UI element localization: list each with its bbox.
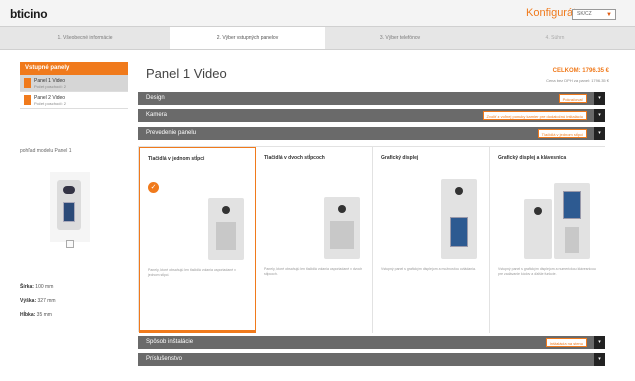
chevron-down-icon: ▼ — [606, 12, 612, 18]
option-description: Panely, ktoré obsahujú len tlačidlá vola… — [148, 268, 236, 277]
sidebar-item-sub: Počet poschodí: 2 — [34, 101, 67, 106]
section-accessories[interactable]: Príslušenstvo ▾ — [138, 353, 605, 366]
section-label: Spôsob inštalácie — [146, 339, 194, 345]
depth-label: Hĺbka: — [20, 312, 36, 318]
preview-label: pohľad modelu Panel 1 — [20, 148, 72, 154]
language-select[interactable]: SK/CZ ▼ — [572, 9, 616, 20]
section-selection-badge[interactable]: Zvoliť z voľnej ponuky kamier pre dodato… — [482, 111, 587, 120]
panels-sidebar: Vstupné panely Panel 1 Video Počet posch… — [20, 62, 128, 109]
option-card-single-column[interactable]: Tlačidlá v jednom stĺpci ✓ Panely, ktoré… — [139, 147, 256, 333]
section-label: Kamera — [146, 112, 168, 118]
button-column — [216, 222, 236, 250]
panel-icon — [24, 78, 31, 88]
camera-lens — [63, 186, 75, 194]
sidebar-title: Vstupné panely — [20, 62, 128, 75]
wizard-step-2[interactable]: 2. Výber vstupných panelov — [170, 27, 325, 49]
option-description: Vstupný panel s grafickým displejom a nu… — [498, 267, 596, 276]
keypad-module-image — [554, 183, 590, 259]
section-selection-badge[interactable]: Pokračovať — [558, 94, 587, 103]
total-price-note: Cena bez DPH za panel: 1796.35 € — [546, 78, 609, 83]
option-title: Tlačidlá v dvoch stĺpcoch — [264, 155, 325, 161]
depth-value: 35 mm — [36, 312, 52, 318]
camera-lens — [534, 207, 542, 215]
height-value: 327 mm — [37, 298, 56, 304]
section-label: Design — [146, 95, 165, 101]
panel-dimensions: Šírka: 100 mm Výška: 327 mm Hĺbka: 35 mm — [20, 280, 56, 322]
page-title: Panel 1 Video — [146, 66, 227, 81]
camera-lens — [455, 187, 463, 195]
sidebar-item-panel-1[interactable]: Panel 1 Video Počet poschodí: 2 — [20, 75, 128, 92]
panel-image — [324, 197, 360, 259]
collapse-toggle-icon[interactable]: ▾ — [594, 127, 605, 140]
panel-icon — [24, 95, 31, 105]
display-screen — [450, 217, 468, 247]
top-bar: bticino Konfigurátor SK/CZ ▼ — [0, 0, 635, 26]
button-columns — [330, 221, 354, 249]
option-title: Grafický displej a klávesnica — [498, 155, 567, 161]
language-value: SK/CZ — [577, 11, 592, 17]
panel-image — [208, 198, 244, 260]
section-label: Prevedenie panelu — [146, 130, 197, 136]
wizard-steps: 1. Všeobecné informácie 2. Výber vstupný… — [0, 26, 635, 50]
panel-image — [524, 199, 552, 259]
option-card-two-columns[interactable]: Tlačidlá v dvoch stĺpcoch Panely, ktoré … — [256, 147, 373, 333]
option-title: Grafický displej — [381, 155, 419, 161]
keypad — [565, 227, 579, 253]
height-label: Výška: — [20, 298, 37, 304]
section-installation[interactable]: Spôsob inštalácie Inštalácia na stenu ▾ — [138, 336, 605, 349]
section-selection-badge[interactable]: Inštalácia na stenu — [545, 338, 587, 347]
checkmark-icon: ✓ — [148, 182, 159, 193]
option-card-graphic-display[interactable]: Grafický displej Vstupný panel s grafick… — [373, 147, 490, 333]
panel-image — [441, 179, 477, 259]
section-design[interactable]: Design Pokračovať ▾ — [138, 92, 605, 105]
image-placeholder-icon — [66, 240, 74, 248]
panel-preview-image — [57, 180, 81, 230]
camera-lens — [222, 206, 230, 214]
section-selection-badge[interactable]: Tlačidlá v jednom stĺpci — [537, 129, 587, 138]
width-value: 100 mm — [35, 284, 54, 290]
expand-toggle-icon[interactable]: ▾ — [594, 92, 605, 105]
expand-toggle-icon[interactable]: ▾ — [594, 336, 605, 349]
display-screen — [563, 191, 581, 219]
sidebar-item-sub: Počet poschodí: 2 — [34, 84, 67, 89]
section-panel-type[interactable]: Prevedenie panelu Tlačidlá v jednom stĺp… — [138, 127, 605, 140]
width-label: Šírka: — [20, 284, 34, 290]
option-card-display-keypad[interactable]: Grafický displej a klávesnica Vstupný pa… — [490, 147, 607, 333]
option-description: Panely, ktoré obsahujú len tlačidlá vola… — [264, 267, 363, 276]
wizard-step-4[interactable]: 4. Súhrn — [475, 27, 635, 49]
option-description: Vstupný panel s grafickým displejom a mo… — [381, 267, 476, 271]
wizard-step-3[interactable]: 3. Výber telefónov — [325, 27, 475, 49]
section-label: Príslušenstvo — [146, 356, 183, 362]
display-screen — [63, 202, 75, 222]
camera-lens — [338, 205, 346, 213]
sidebar-item-panel-2[interactable]: Panel 2 Video Počet poschodí: 2 — [20, 92, 128, 109]
total-price: CELKOM: 1796.35 € — [552, 68, 609, 74]
expand-toggle-icon[interactable]: ▾ — [594, 353, 605, 366]
section-camera[interactable]: Kamera Zvoliť z voľnej ponuky kamier pre… — [138, 109, 605, 122]
panel-type-options: Tlačidlá v jednom stĺpci ✓ Panely, ktoré… — [138, 146, 607, 333]
expand-toggle-icon[interactable]: ▾ — [594, 109, 605, 122]
bticino-logo[interactable]: bticino — [10, 7, 48, 21]
wizard-step-1[interactable]: 1. Všeobecné informácie — [0, 27, 170, 49]
option-title: Tlačidlá v jednom stĺpci — [148, 156, 205, 162]
